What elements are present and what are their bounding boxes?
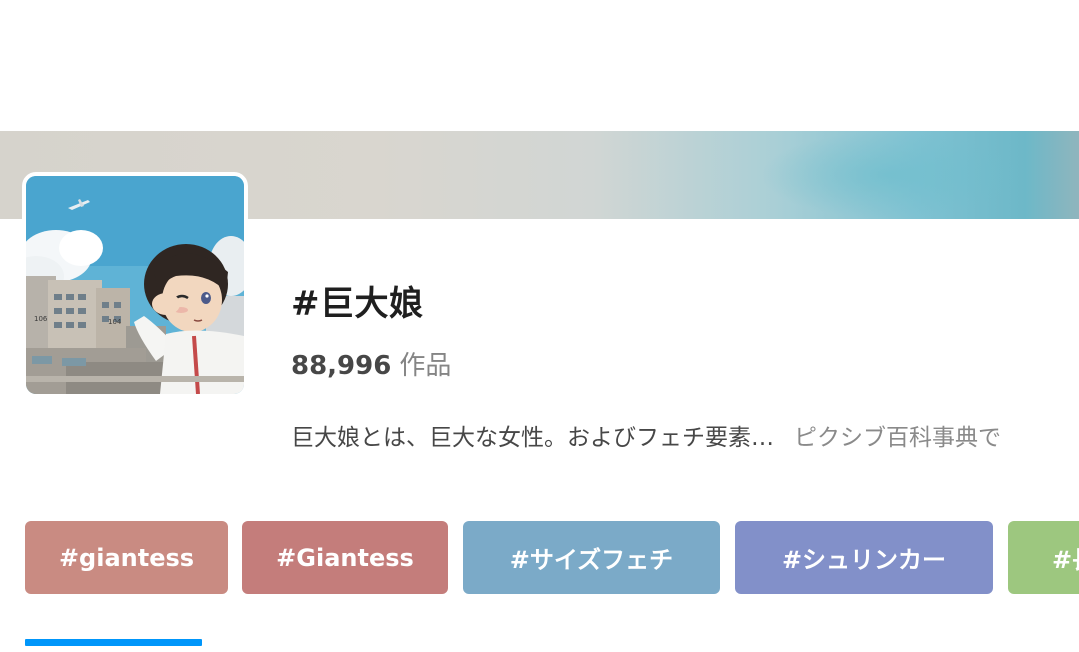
related-tag-size-fetish[interactable]: #サイズフェチ <box>463 521 720 594</box>
works-count-unit: 作品 <box>399 351 452 381</box>
related-tag-label: #長 <box>1052 546 1079 574</box>
tag-description-row[interactable]: 巨大娘とは、巨大な女性。およびフェチ要素… ピクシブ百科事典で <box>291 418 1079 452</box>
building-number-label: 106 <box>34 315 48 323</box>
building-number-label: 104 <box>108 318 122 326</box>
related-tag-partial[interactable]: #長 <box>1008 521 1079 594</box>
related-tag-label: #Giantess <box>276 543 414 572</box>
tag-title: #巨大娘 <box>291 284 424 324</box>
works-count-row: 88,996 作品 <box>291 345 451 382</box>
related-tag-giantess-capital[interactable]: #Giantess <box>242 521 448 594</box>
related-tag-label: #giantess <box>58 543 195 572</box>
tag-avatar-image: 106 104 <box>22 172 248 398</box>
works-count: 88,996 <box>291 351 392 381</box>
related-tag-label: #サイズフェチ <box>509 546 674 574</box>
related-tags: #giantess #Giantess #サイズフェチ #シュリンカー #長 <box>25 521 1079 595</box>
related-tag-shrinker[interactable]: #シュリンカー <box>735 521 993 594</box>
avatar-illustration: 106 104 <box>26 176 244 394</box>
related-tag-label: #シュリンカー <box>781 546 947 574</box>
cover-banner-highlight <box>760 131 1020 219</box>
tag-page: 106 104 #巨大娘 88,996 作品 巨大娘とは、巨大な女性。およびフェ… <box>0 0 1079 652</box>
related-tag-giantess[interactable]: #giantess <box>25 521 228 594</box>
tag-description: 巨大娘とは、巨大な女性。およびフェチ要素… <box>291 425 774 451</box>
active-tab-indicator <box>25 639 202 646</box>
encyclopedia-link[interactable]: ピクシブ百科事典で <box>794 425 1001 451</box>
